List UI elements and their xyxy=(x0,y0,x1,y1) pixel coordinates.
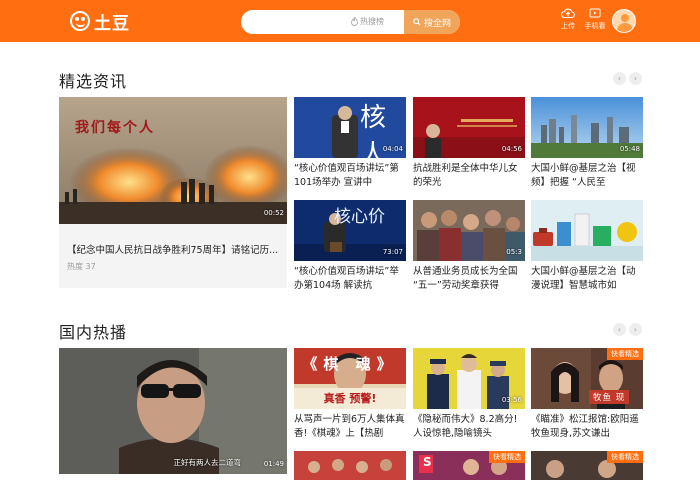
video-title: 大国小鲜@基层之治【视频】把握 “人民至 xyxy=(531,163,636,188)
featured-video-card[interactable]: 正好有两人去二道弯 01:49 xyxy=(59,348,287,474)
cloud-upload-icon xyxy=(561,8,575,19)
chevron-left-icon[interactable]: ‹ xyxy=(613,72,626,85)
video-card[interactable]: 《棋 魂》 真香 预警! 从骂声一片到6万人集体真香!《棋魂》上【热剧 xyxy=(294,348,406,443)
video-card[interactable]: 05:3 从普通业务员成长为全国 “五一”劳动奖章获得 xyxy=(413,200,525,295)
chevron-left-icon[interactable]: ‹ xyxy=(613,323,626,336)
search-box: 热搜榜 搜全网 xyxy=(241,10,460,34)
thumbnail-overlay-text: 核心价 xyxy=(334,207,385,227)
thumbnail-sub-text: 真香 预警! xyxy=(323,392,377,405)
video-thumbnail xyxy=(531,200,643,261)
video-duration: 05:48 xyxy=(619,145,640,153)
quick-pick-badge: 快看精选 xyxy=(607,451,643,463)
top-navigation-bar: 土豆 热搜榜 搜全网 上传 手机看 xyxy=(0,0,700,42)
video-card[interactable]: 快看精选 牧鱼 现 《瞄准》松江报馆:欧阳遥牧鱼现身,苏文谦出 xyxy=(531,348,643,443)
subtitle-text: 正好有两人去二道弯 xyxy=(173,458,242,467)
section-title-featured-news: 精选资讯 xyxy=(59,72,128,91)
video-duration: 04:04 xyxy=(382,145,403,153)
video-title: 《隐秘而伟大》8.2高分!人设惊艳,隐喻镜头 xyxy=(413,414,518,439)
video-card[interactable] xyxy=(294,451,406,480)
video-title: 大国小鲜@基层之治【动漫说理】智慧城市如 xyxy=(531,266,636,291)
video-card[interactable]: 核心价 73:07 “核心价值观百场讲坛”举办第104场 解读抗 xyxy=(294,200,406,295)
video-card[interactable]: S 快看精选 xyxy=(413,451,525,480)
mobile-watch-label: 手机看 xyxy=(584,22,606,30)
thumbnail-overlay-text: 核人 xyxy=(360,103,387,170)
video-card[interactable]: 核人 04:04 “核心价值观百场讲坛”第101场举办 宣讲中 xyxy=(294,97,406,192)
search-button[interactable]: 搜全网 xyxy=(404,10,460,34)
chevron-right-icon[interactable]: › xyxy=(629,323,642,336)
video-card[interactable]: 04:56 抗战胜利是全体中华儿女的荣光 xyxy=(413,97,525,192)
hot-search-label: 热搜榜 xyxy=(360,17,384,26)
video-duration: 05:3 xyxy=(506,248,522,256)
user-avatar[interactable] xyxy=(612,9,636,33)
upload-button[interactable]: 上传 xyxy=(555,8,581,31)
video-title: 从普通业务员成长为全国 “五一”劳动奖章获得 xyxy=(413,266,518,291)
video-title: 抗战胜利是全体中华儿女的荣光 xyxy=(413,163,518,188)
search-icon xyxy=(413,18,421,26)
tudou-logo[interactable]: 土豆 xyxy=(70,10,130,34)
video-card[interactable]: 快看精选 xyxy=(531,451,643,480)
featured-video-title[interactable]: 【纪念中国人民抗日战争胜利75周年】请铭记历... xyxy=(67,242,281,256)
video-duration: 04:56 xyxy=(501,145,522,153)
video-card[interactable]: 03:56 《隐秘而伟大》8.2高分!人设惊艳,隐喻镜头 xyxy=(413,348,525,443)
featured-video-heat: 热度 37 xyxy=(67,262,96,271)
video-title: 《瞄准》松江报馆:欧阳遥牧鱼现身,苏文谦出 xyxy=(531,414,639,439)
video-duration: 03:56 xyxy=(501,396,522,404)
video-duration: 00:52 xyxy=(263,209,284,217)
video-thumbnail xyxy=(294,451,406,480)
thumbnail-overlay-text: 《棋 魂》 xyxy=(302,355,398,373)
video-card[interactable]: 大国小鲜@基层之治【动漫说理】智慧城市如 xyxy=(531,200,643,295)
mobile-watch-button[interactable]: 手机看 xyxy=(582,8,608,31)
logo-text: 土豆 xyxy=(94,13,130,34)
letter-s-icon: S xyxy=(423,455,432,469)
thumbnail-overlay-text: 我们每个人 xyxy=(75,120,155,136)
video-title: “核心价值观百场讲坛”第101场举办 宣讲中 xyxy=(294,163,399,188)
quick-pick-badge: 快看精选 xyxy=(489,451,525,463)
video-duration: 73:07 xyxy=(382,248,403,256)
video-thumbnail xyxy=(59,348,287,474)
tv-icon xyxy=(589,8,601,18)
search-button-label: 搜全网 xyxy=(423,18,451,29)
carousel-nav-domestic: ‹ › xyxy=(613,323,643,336)
carousel-nav-featured: ‹ › xyxy=(613,72,643,85)
chevron-right-icon[interactable]: › xyxy=(629,72,642,85)
quick-pick-badge: 快看精选 xyxy=(607,348,643,360)
tudou-logo-icon xyxy=(70,11,90,31)
video-title: 从骂声一片到6万人集体真香!《棋魂》上【热剧 xyxy=(294,414,405,439)
hot-search-link[interactable]: 热搜榜 xyxy=(351,16,384,27)
video-duration: 01:49 xyxy=(263,460,284,468)
flame-icon xyxy=(351,17,358,26)
featured-video-info: 【纪念中国人民抗日战争胜利75周年】请铭记历... 热度 37 xyxy=(59,224,287,288)
video-card[interactable]: 05:48 大国小鲜@基层之治【视频】把握 “人民至 xyxy=(531,97,643,192)
section-title-domestic-hits: 国内热播 xyxy=(59,323,128,342)
thumbnail-overlay-text: 牧鱼 现 xyxy=(589,390,630,404)
video-title: “核心价值观百场讲坛”举办第104场 解读抗 xyxy=(294,266,399,291)
upload-label: 上传 xyxy=(561,22,575,30)
